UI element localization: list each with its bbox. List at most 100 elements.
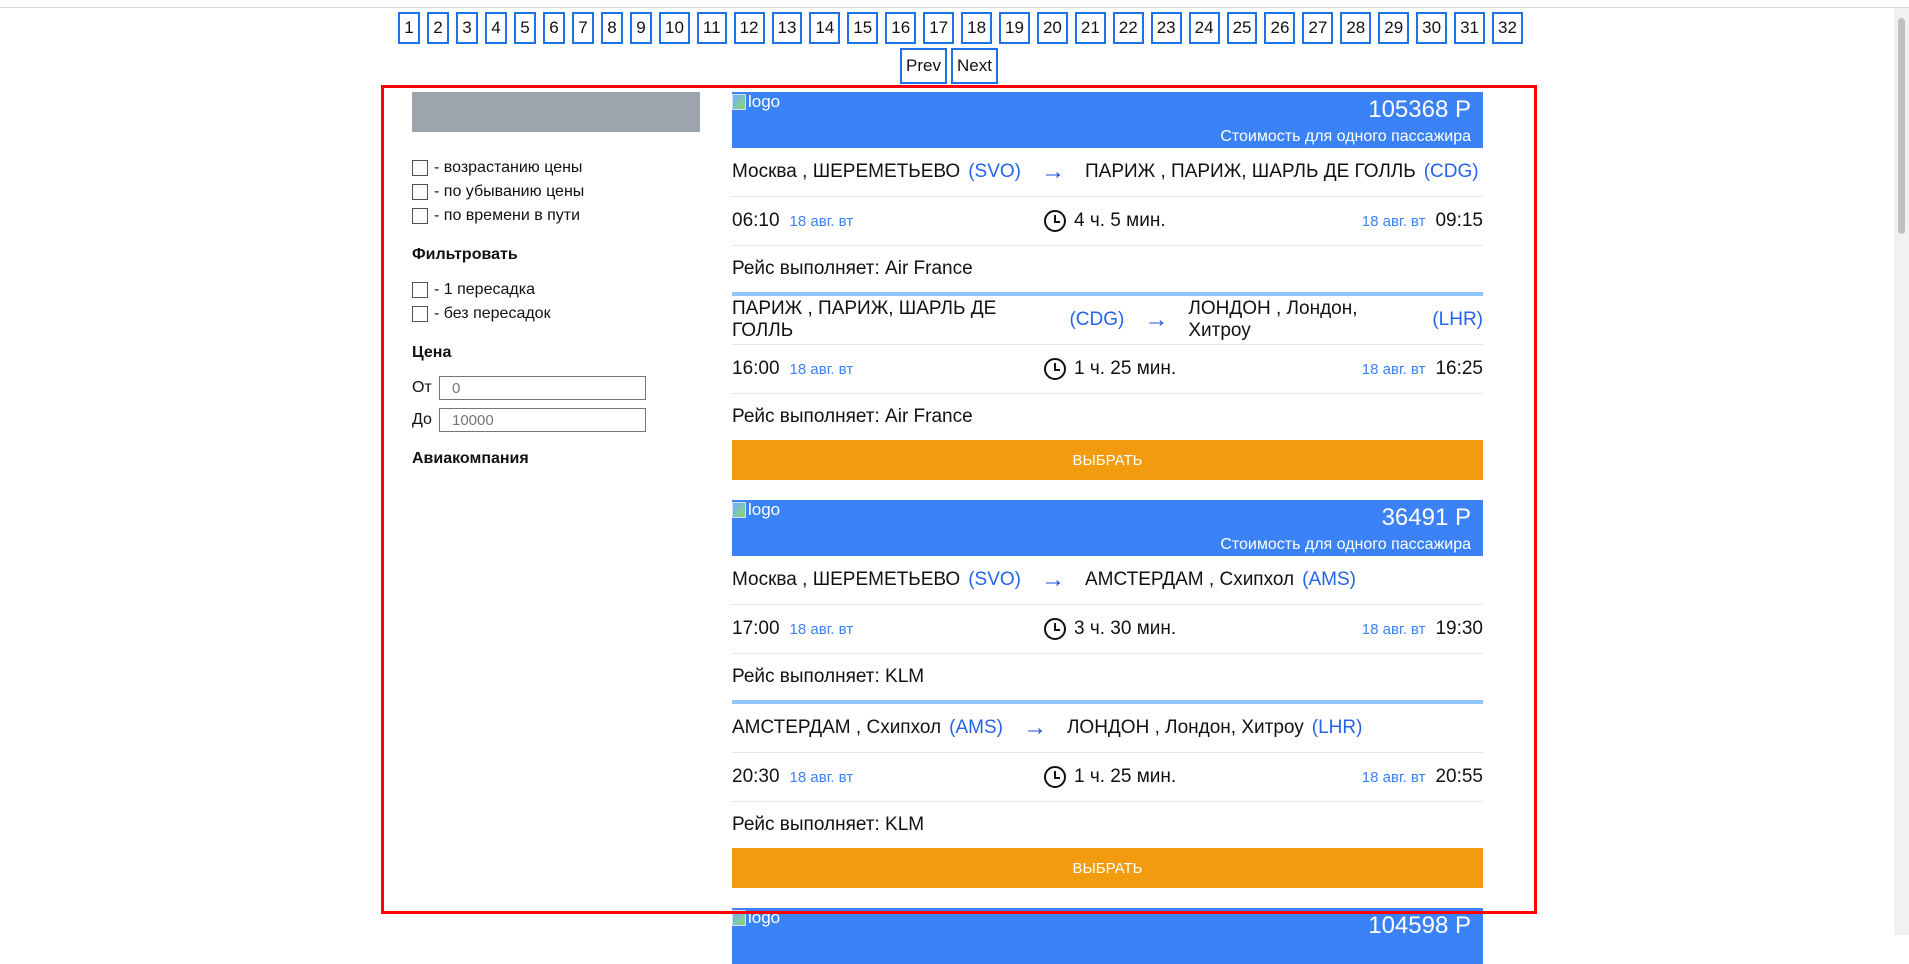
select-flight-button[interactable]: выбрать [732,848,1483,888]
checkbox[interactable] [412,184,428,200]
page-button-4[interactable]: 4 [485,12,507,44]
clock-icon [1044,210,1066,232]
duration-text: 1 ч. 25 мин. [1074,358,1177,379]
page-scrollbar[interactable] [1894,8,1909,935]
checkbox[interactable] [412,160,428,176]
checkbox[interactable] [412,282,428,298]
duration: 3 ч. 30 мин. [1044,618,1176,640]
page-button-32[interactable]: 32 [1492,12,1523,44]
page-button-15[interactable]: 15 [847,12,879,44]
destination-code: (LHR) [1432,309,1483,330]
page-button-8[interactable]: 8 [601,12,623,44]
page-button-23[interactable]: 23 [1150,12,1182,44]
price-from-row: От [412,376,700,400]
page-button-6[interactable]: 6 [543,12,565,44]
page-button-10[interactable]: 10 [659,12,690,44]
logo-alt-text: logo [748,908,781,927]
page-button-5[interactable]: 5 [514,12,536,44]
select-flight-button[interactable]: выбрать [732,440,1483,480]
page-button-11[interactable]: 11 [696,12,727,44]
arrival-time: 09:15 [1435,210,1483,231]
origin-code: (CDG) [1069,309,1125,330]
price-note: Стоимость для одного пассажира [1220,128,1471,145]
filter-sidebar: - возрастанию цены - по убыванию цены - … [412,92,700,482]
page-button-21[interactable]: 21 [1074,12,1106,44]
next-button[interactable]: Next [950,48,998,84]
page-button-25[interactable]: 25 [1226,12,1258,44]
duration-text: 1 ч. 25 мин. [1074,766,1177,787]
checkbox[interactable] [412,306,428,322]
page-button-14[interactable]: 14 [809,12,841,44]
destination: АМСТЕРДАМ , Схипхол [1085,569,1295,590]
price-to-row: До [412,408,700,432]
page-button-19[interactable]: 19 [999,12,1030,44]
duration-text: 4 ч. 5 мин. [1074,210,1166,231]
arrival-date: 18 авг. вт [1361,212,1426,230]
result-card-header: logo 105368 Р Стоимость для одного пасса… [732,92,1483,148]
arrival-date: 18 авг. вт [1361,768,1426,786]
page-button-17[interactable]: 17 [923,12,955,44]
filter-heading: Фильтровать [412,246,518,263]
ticket-price: 105368 Р [1368,96,1471,123]
page-button-20[interactable]: 20 [1036,12,1068,44]
price-heading: Цена [412,344,452,361]
page-button-24[interactable]: 24 [1188,12,1220,44]
page-button-29[interactable]: 29 [1378,12,1410,44]
price-to-input[interactable] [439,408,646,432]
segment-route: АМСТЕРДАМ , Схипхол (AMS) → ЛОНДОН , Лон… [732,704,1483,753]
page-button-28[interactable]: 28 [1340,12,1372,44]
segment-times: 17:00 18 авг. вт 3 ч. 30 мин. 18 авг. вт… [732,605,1483,654]
sort-option-price-asc[interactable]: - возрастанию цены [412,156,700,180]
page-button-7[interactable]: 7 [572,12,594,44]
page-button-13[interactable]: 13 [771,12,803,44]
filter-option-one-transfer[interactable]: - 1 пересадка [412,278,700,302]
scrollbar-thumb[interactable] [1898,18,1905,234]
destination-code: (LHR) [1311,717,1363,738]
sort-option-duration[interactable]: - по времени в пути [412,204,700,228]
airline-logo: logo [732,908,780,928]
destination-code: (CDG) [1423,161,1479,182]
arrival: 18 авг. вт 20:55 [1362,766,1483,788]
checkbox[interactable] [412,208,428,224]
page-button-3[interactable]: 3 [456,12,478,44]
option-label: - по времени в пути [434,207,581,224]
page-button-27[interactable]: 27 [1302,12,1334,44]
price-from-input[interactable] [439,376,646,400]
page-button-12[interactable]: 12 [733,12,765,44]
departure-time: 20:30 [732,766,780,787]
filter-option-nonstop[interactable]: - без пересадок [412,302,700,326]
prev-button[interactable]: Prev [900,48,947,84]
arrival: 18 авг. вт 19:30 [1362,618,1483,640]
arrow-right-icon: → [1022,714,1047,741]
page-button-16[interactable]: 16 [885,12,917,44]
carrier: Рейс выполняет: KLM [732,666,925,687]
page-button-18[interactable]: 18 [961,12,993,44]
option-label: - 1 пересадка [434,281,535,298]
prev-next-controls: Prev Next [900,48,998,84]
origin-code: (SVO) [968,161,1021,182]
departure-time: 16:00 [732,358,780,379]
departure-time: 17:00 [732,618,780,639]
page-button-31[interactable]: 31 [1454,12,1486,44]
page-button-9[interactable]: 9 [630,12,652,44]
departure-date: 18 авг. вт [789,360,854,378]
price-note: Стоимость для одного пассажира [1220,536,1471,553]
logo-alt-text: logo [748,92,781,111]
arrival-time: 20:55 [1435,766,1483,787]
page-button-1[interactable]: 1 [398,12,420,44]
option-label: - без пересадок [434,305,551,322]
page-button-26[interactable]: 26 [1264,12,1296,44]
arrival: 18 авг. вт 09:15 [1362,210,1483,232]
clock-icon [1044,358,1066,380]
destination-code: (AMS) [1302,569,1356,590]
origin-code: (SVO) [968,569,1021,590]
airline-logo: logo [732,92,780,112]
segment-times: 20:30 18 авг. вт 1 ч. 25 мин. 18 авг. вт… [732,753,1483,802]
broken-image-icon [732,502,746,518]
airline-logo: logo [732,500,780,520]
arrow-right-icon: → [1144,306,1169,333]
page-button-22[interactable]: 22 [1112,12,1144,44]
page-button-2[interactable]: 2 [427,12,449,44]
page-button-30[interactable]: 30 [1416,12,1448,44]
sort-option-price-desc[interactable]: - по убыванию цены [412,180,700,204]
